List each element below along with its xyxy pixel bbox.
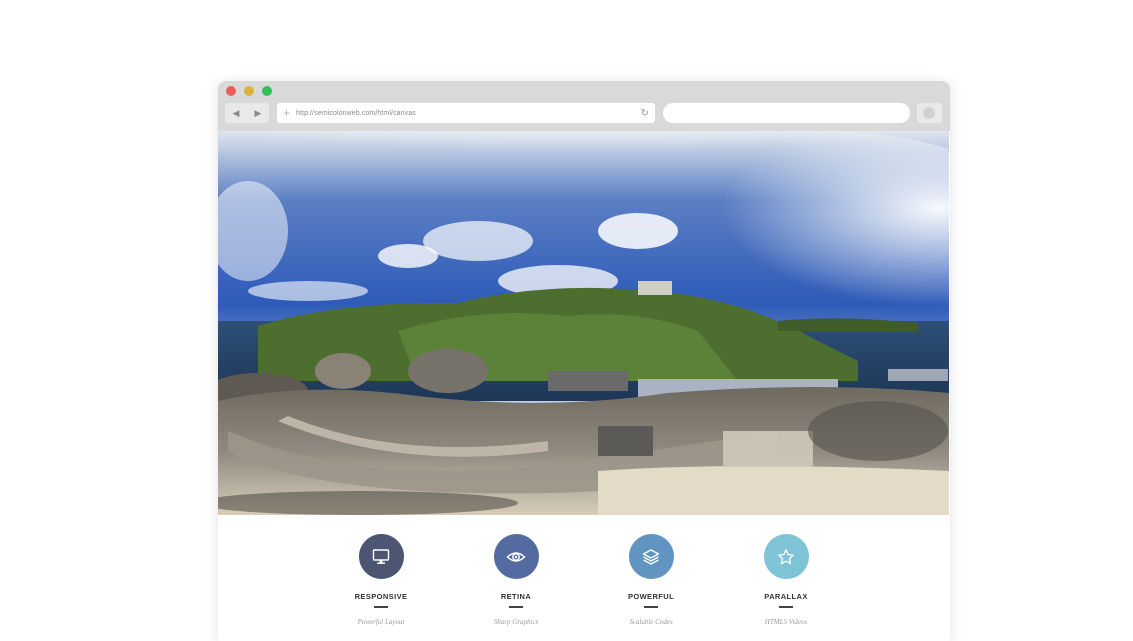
address-url[interactable]: http://semicolonweb.com/html/canvas — [296, 110, 641, 117]
reload-icon[interactable]: ↻ — [641, 108, 649, 119]
feature-parallax: PARALLAX HTML5 Videos — [741, 534, 831, 626]
feature-divider — [779, 606, 793, 608]
feature-retina: RETINA Sharp Graphics — [471, 534, 561, 626]
nav-buttons: ◀ ▶ — [225, 103, 269, 123]
feature-responsive-title: RESPONSIVE — [354, 592, 408, 601]
feature-retina-subtitle: Sharp Graphics — [493, 617, 539, 626]
window-close-button[interactable] — [226, 86, 236, 96]
back-arrow-icon[interactable]: ◀ — [226, 108, 246, 119]
panorama-graphic — [218, 131, 949, 515]
feature-powerful-icon-circle[interactable] — [628, 534, 674, 579]
feature-retina-icon-circle[interactable] — [493, 534, 539, 579]
feature-powerful: POWERFUL Scalable Codes — [606, 534, 696, 626]
extension-icon — [923, 107, 935, 119]
feature-powerful-subtitle: Scalable Codes — [629, 617, 673, 626]
feature-responsive-icon-circle[interactable] — [358, 534, 404, 579]
window-minimize-button[interactable] — [244, 86, 254, 96]
feature-parallax-title: PARALLAX — [764, 592, 808, 601]
forward-arrow-icon[interactable]: ▶ — [248, 108, 268, 119]
hero-panorama-image — [218, 131, 949, 515]
layers-icon — [642, 548, 660, 565]
feature-divider — [644, 606, 658, 608]
eye-icon — [506, 551, 526, 562]
feature-responsive: RESPONSIVE Powerful Layout — [336, 534, 426, 626]
browser-chrome: ◀ ▶ + http://semicolonweb.com/html/canva… — [218, 81, 950, 131]
search-input[interactable] — [663, 103, 910, 123]
new-tab-icon[interactable]: + — [283, 107, 290, 119]
feature-parallax-subtitle: HTML5 Videos — [764, 617, 808, 626]
features-section: RESPONSIVE Powerful Layout RETINA Sharp … — [218, 515, 950, 641]
extension-button[interactable] — [917, 103, 942, 123]
feature-responsive-subtitle: Powerful Layout — [357, 617, 405, 626]
feature-retina-title: RETINA — [500, 592, 532, 601]
star-icon — [778, 548, 794, 564]
feature-parallax-icon-circle[interactable] — [763, 534, 809, 579]
window-maximize-button[interactable] — [262, 86, 272, 96]
monitor-icon — [372, 548, 390, 564]
feature-divider — [374, 606, 388, 608]
feature-powerful-title: POWERFUL — [627, 592, 675, 601]
browser-window: ◀ ▶ + http://semicolonweb.com/html/canva… — [218, 81, 950, 641]
feature-divider — [509, 606, 523, 608]
address-bar[interactable]: + http://semicolonweb.com/html/canvas ↻ — [277, 103, 655, 123]
